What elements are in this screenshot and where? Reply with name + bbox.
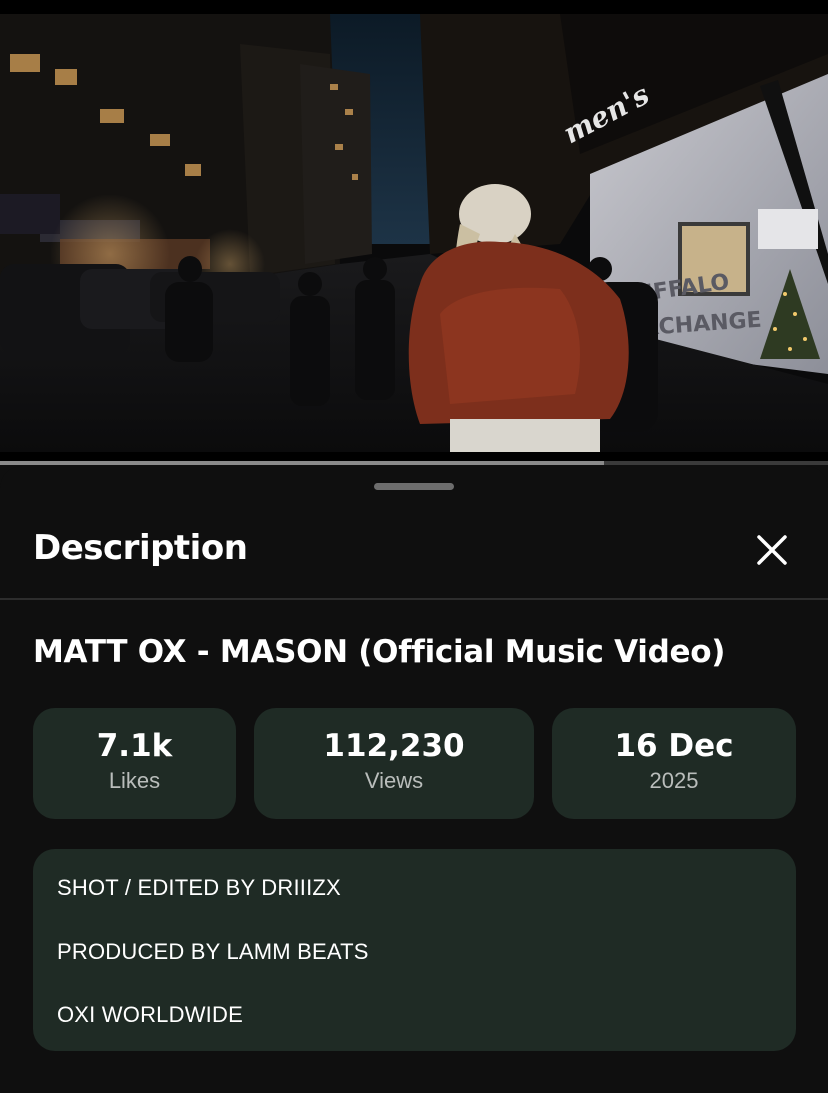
close-icon [757, 535, 787, 565]
publish-date-stat: 16 Dec 2025 [552, 708, 796, 819]
likes-count: 7.1k [96, 728, 173, 764]
video-title: MATT OX - MASON (Official Music Video) [33, 634, 726, 670]
video-progress-bar[interactable] [0, 461, 828, 465]
description-line: OXI WORLDWIDE [57, 1002, 243, 1027]
likes-stat: 7.1k Likes [33, 708, 236, 819]
sheet-title: Description [33, 528, 248, 568]
views-stat: 112,230 Views [254, 708, 534, 819]
close-button[interactable] [746, 528, 798, 572]
video-progress-fill [0, 461, 605, 465]
description-line: PRODUCED BY LAMM BEATS [57, 939, 369, 964]
description-line: SHOT / EDITED BY DRIIIZX [57, 875, 341, 900]
video-player[interactable]: BUFFALO EXCHANGE men's [0, 0, 828, 465]
video-still: BUFFALO EXCHANGE men's [0, 14, 828, 452]
publish-date-day: 16 Dec [614, 728, 734, 764]
publish-date-year: 2025 [649, 768, 699, 793]
video-frame[interactable]: BUFFALO EXCHANGE men's [0, 14, 828, 452]
drag-handle[interactable] [374, 483, 454, 490]
divider [0, 598, 828, 600]
views-count: 112,230 [323, 728, 465, 764]
description-sheet: Description MATT OX - MASON (Official Mu… [0, 466, 828, 1093]
description-text-box: SHOT / EDITED BY DRIIIZX PRODUCED BY LAM… [33, 849, 796, 1051]
likes-label: Likes [108, 768, 161, 793]
views-label: Views [364, 768, 424, 793]
